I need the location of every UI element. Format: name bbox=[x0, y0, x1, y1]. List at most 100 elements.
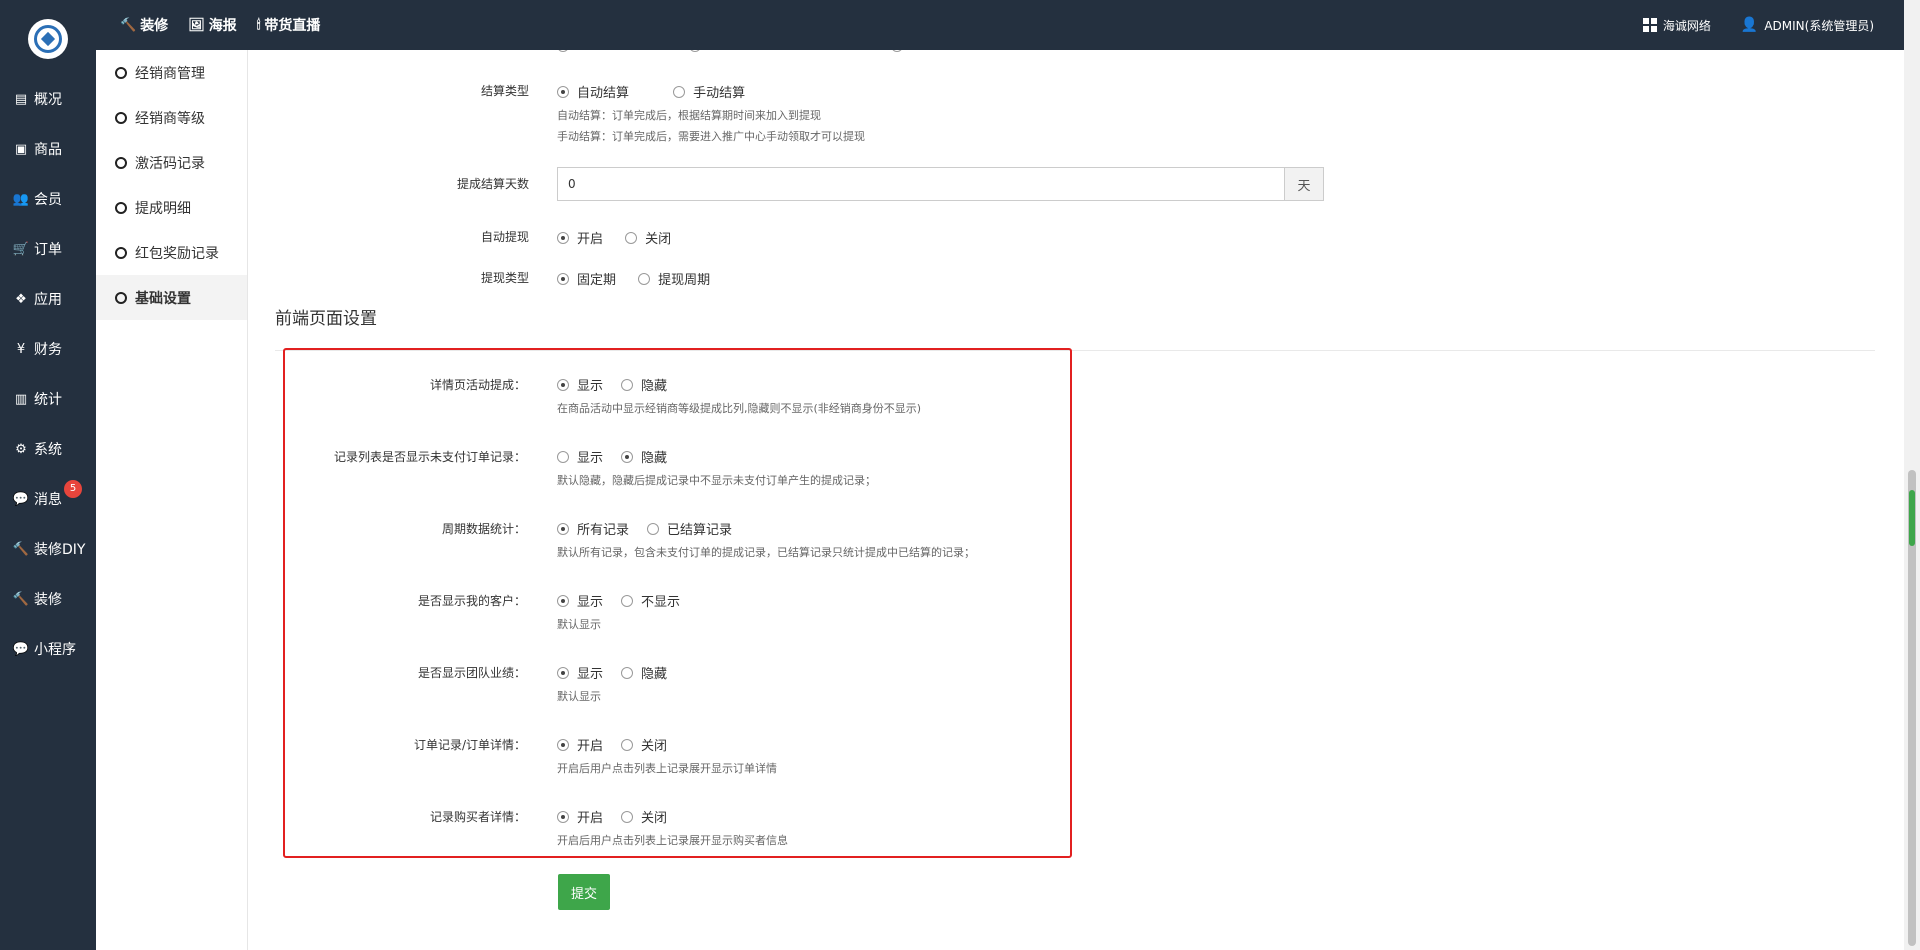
nav-item-finance[interactable]: ¥ 财务 bbox=[0, 324, 96, 374]
help-text: 手动结算：订单完成后，需要进入推广中心手动领取才可以提现 bbox=[557, 129, 865, 143]
topnav-label: 海报 bbox=[208, 18, 237, 34]
radio-auto-withdraw-on[interactable]: 开启 bbox=[557, 228, 603, 247]
radio-option[interactable] bbox=[689, 50, 709, 52]
radio-dot bbox=[557, 85, 569, 98]
left-sidebar: ▤ 概况 ▣ 商品 👥 会员 🛒 订单 ❖ 应用 ¥ 财务 ▥ 统计 ⚙ 系统 💬 消息 5 🔨 装修DIY 🔨 装修 💬 小程… bbox=[0, 50, 96, 950]
grid-icon bbox=[1642, 18, 1657, 32]
help-text: 自动结算：订单完成后，根据结算期时间来加入到提现 bbox=[557, 108, 821, 122]
subnav-label: 基础设置 bbox=[135, 290, 191, 307]
users-icon: 👥 bbox=[12, 191, 30, 207]
nav-item-label: 统计 bbox=[34, 392, 62, 408]
radio-dot bbox=[638, 272, 651, 285]
subnav-item[interactable]: 提成明细 bbox=[96, 185, 247, 230]
field-label: 结算类型 bbox=[480, 84, 529, 98]
nav-item-label: 装修DIY bbox=[34, 542, 86, 558]
nav-item-label: 财务 bbox=[34, 342, 62, 358]
yen-icon: ¥ bbox=[16, 341, 26, 357]
subnav-item[interactable]: 红包奖励记录 bbox=[96, 230, 247, 275]
topnav-label: 装修 bbox=[140, 18, 169, 34]
radio-auto-withdraw-off[interactable]: 关闭 bbox=[625, 228, 671, 247]
nav-item-members[interactable]: 👥 会员 bbox=[0, 174, 96, 224]
nav-item-overview[interactable]: ▤ 概况 bbox=[0, 74, 96, 124]
radio-dot bbox=[557, 231, 569, 244]
page-scrollbar[interactable] bbox=[1904, 0, 1920, 950]
highlight-box bbox=[283, 348, 1072, 858]
radio-option[interactable] bbox=[891, 50, 911, 52]
nav-item-diy[interactable]: 🔨 装修DIY bbox=[0, 524, 96, 574]
subnav-item[interactable]: 激活码记录 bbox=[96, 140, 247, 185]
torch-icon: 🕯 bbox=[256, 17, 261, 33]
hammer-icon: 🔨 bbox=[120, 17, 137, 33]
company-name: 海诚网络 bbox=[1662, 18, 1711, 33]
subnav-label: 经销商管理 bbox=[135, 65, 205, 82]
bar-chart-icon: ▥ bbox=[14, 391, 28, 407]
circle-icon bbox=[115, 111, 127, 124]
subnav-item[interactable]: 基础设置 bbox=[96, 275, 247, 320]
submit-button[interactable]: 提交 bbox=[558, 874, 610, 910]
nav-item-label: 订单 bbox=[34, 242, 62, 258]
subnav-label: 红包奖励记录 bbox=[135, 245, 219, 262]
nav-item-messages[interactable]: 💬 消息 5 bbox=[0, 474, 96, 524]
nav-item-stats[interactable]: ▥ 统计 bbox=[0, 374, 96, 424]
hammer-icon: 🔨 bbox=[12, 541, 30, 557]
brand-logo[interactable] bbox=[28, 19, 68, 59]
settle-days-group: 0 天 bbox=[557, 167, 1324, 201]
nav-item-miniprogram[interactable]: 💬 小程序 bbox=[0, 624, 96, 674]
company-link[interactable]: 海诚网络 bbox=[1642, 17, 1711, 34]
nav-item-label: 系统 bbox=[34, 442, 62, 458]
top-right: 海诚网络 👤 ADMIN(系统管理员) bbox=[1613, 0, 1874, 50]
topnav-poster[interactable]: 🖼 海报 bbox=[188, 15, 237, 35]
nav-item-label: 小程序 bbox=[34, 642, 76, 658]
subnav-label: 激活码记录 bbox=[135, 155, 205, 172]
radio-fixed-period[interactable]: 固定期 bbox=[557, 269, 616, 288]
nav-item-orders[interactable]: 🛒 订单 bbox=[0, 224, 96, 274]
field-label: 提现类型 bbox=[480, 271, 529, 285]
main-content: 结算类型 自动结算 手动结算 自动结算：订单完成后，根据结算期时间来加入到提现 … bbox=[249, 50, 1904, 950]
subnav-item[interactable]: 经销商等级 bbox=[96, 95, 247, 140]
subnav-item[interactable]: 经销商管理 bbox=[96, 50, 247, 95]
user-icon: 👤 bbox=[1740, 17, 1759, 33]
nav-item-goods[interactable]: ▣ 商品 bbox=[0, 124, 96, 174]
topnav-decorate[interactable]: 🔨 装修 bbox=[120, 15, 168, 35]
field-label: 自动提现 bbox=[480, 230, 529, 244]
scroll-indicator bbox=[1909, 490, 1915, 546]
sub-sidebar: 经销商管理经销商等级激活码记录提成明细红包奖励记录 基础设置 bbox=[96, 50, 248, 950]
radio-dot bbox=[673, 85, 686, 98]
box-icon: ▣ bbox=[14, 141, 28, 157]
image-icon: 🖼 bbox=[188, 17, 205, 33]
nav-item-label: 商品 bbox=[34, 142, 62, 158]
nav-item-label: 会员 bbox=[34, 192, 62, 208]
circle-icon bbox=[115, 156, 127, 169]
settle-days-input[interactable]: 0 bbox=[557, 167, 1284, 201]
nav-item-apps[interactable]: ❖ 应用 bbox=[0, 274, 96, 324]
unread-badge: 5 bbox=[64, 480, 82, 498]
nav-item-decorate[interactable]: 🔨 装修 bbox=[0, 574, 96, 624]
nav-item-label: 装修 bbox=[34, 592, 62, 608]
nav-item-label: 概况 bbox=[34, 92, 62, 108]
top-bar: 🔨 装修 🖼 海报 🕯 带货直播 海诚网络 👤 ADMIN(系统管理员) bbox=[0, 0, 1904, 50]
monitor-icon: ▤ bbox=[14, 91, 28, 107]
chat-icon: 💬 bbox=[12, 491, 30, 507]
radio-option[interactable] bbox=[557, 50, 577, 52]
circle-icon bbox=[115, 66, 127, 79]
unit-addon: 天 bbox=[1284, 167, 1324, 201]
topnav-live[interactable]: 🕯 带货直播 bbox=[257, 15, 321, 35]
radio-withdraw-cycle[interactable]: 提现周期 bbox=[638, 269, 710, 288]
subnav-label: 提成明细 bbox=[135, 200, 191, 217]
circle-icon bbox=[115, 201, 127, 214]
radio-auto-settle[interactable]: 自动结算 bbox=[557, 82, 629, 101]
field-label: 提成结算天数 bbox=[456, 177, 529, 191]
user-name: ADMIN(系统管理员) bbox=[1764, 18, 1874, 33]
cubes-icon: ❖ bbox=[15, 291, 27, 307]
section-title: 前端页面设置 bbox=[275, 309, 377, 329]
nav-item-label: 应用 bbox=[34, 292, 62, 308]
nav-item-system[interactable]: ⚙ 系统 bbox=[0, 424, 96, 474]
wechat-icon: 💬 bbox=[12, 641, 30, 657]
topnav-label: 带货直播 bbox=[264, 18, 321, 34]
circle-icon bbox=[115, 291, 127, 304]
hammer-icon: 🔨 bbox=[12, 591, 30, 607]
user-menu[interactable]: 👤 ADMIN(系统管理员) bbox=[1741, 17, 1874, 34]
subnav-label: 经销商等级 bbox=[135, 110, 205, 127]
gears-icon: ⚙ bbox=[15, 441, 27, 457]
radio-manual-settle[interactable]: 手动结算 bbox=[673, 82, 745, 101]
